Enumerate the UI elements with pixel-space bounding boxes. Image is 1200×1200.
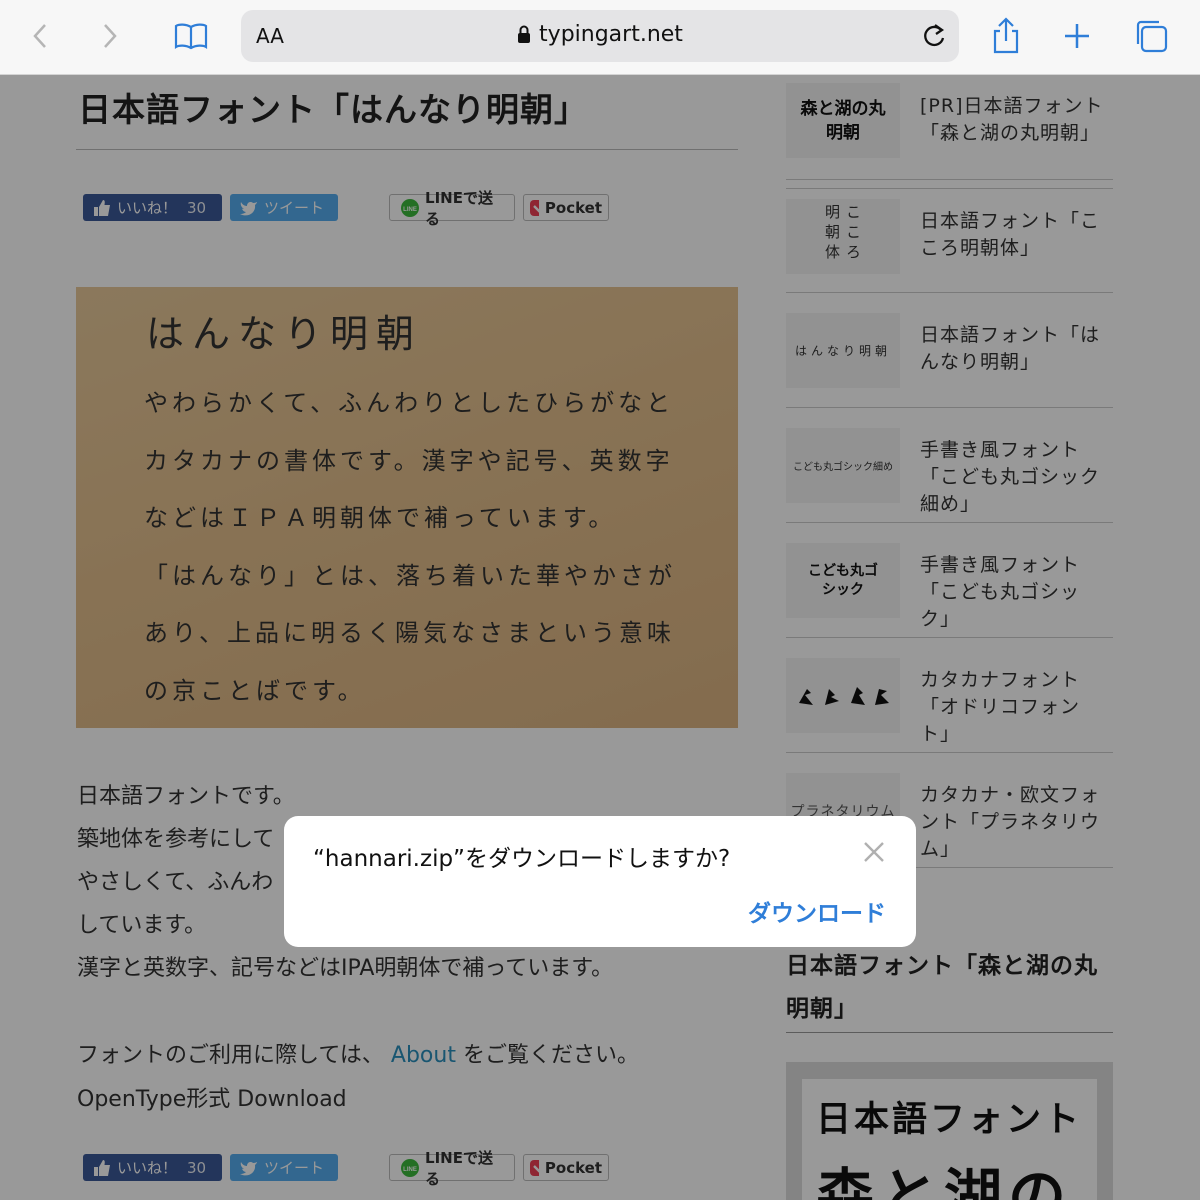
tabs-overview-icon[interactable] (1129, 14, 1173, 58)
download-button[interactable]: ダウンロード (748, 894, 886, 928)
bookmarks-icon[interactable] (169, 14, 213, 58)
close-icon[interactable] (862, 840, 886, 864)
address-bar[interactable]: AA typingart.net (241, 10, 959, 62)
new-tab-icon[interactable] (1055, 14, 1099, 58)
download-dialog: “hannari.zip”をダウンロードしますか? ダウンロード (284, 816, 916, 947)
url-display[interactable]: typingart.net (241, 22, 959, 47)
lock-icon (518, 25, 531, 43)
url-text: typingart.net (539, 22, 683, 47)
forward-icon[interactable] (88, 14, 132, 58)
back-icon[interactable] (18, 14, 62, 58)
share-icon[interactable] (984, 14, 1028, 58)
reload-icon[interactable] (921, 22, 947, 54)
dialog-message: “hannari.zip”をダウンロードしますか? (313, 846, 731, 872)
modal-backdrop[interactable] (0, 75, 1200, 1200)
browser-toolbar: AA typingart.net (0, 0, 1200, 75)
